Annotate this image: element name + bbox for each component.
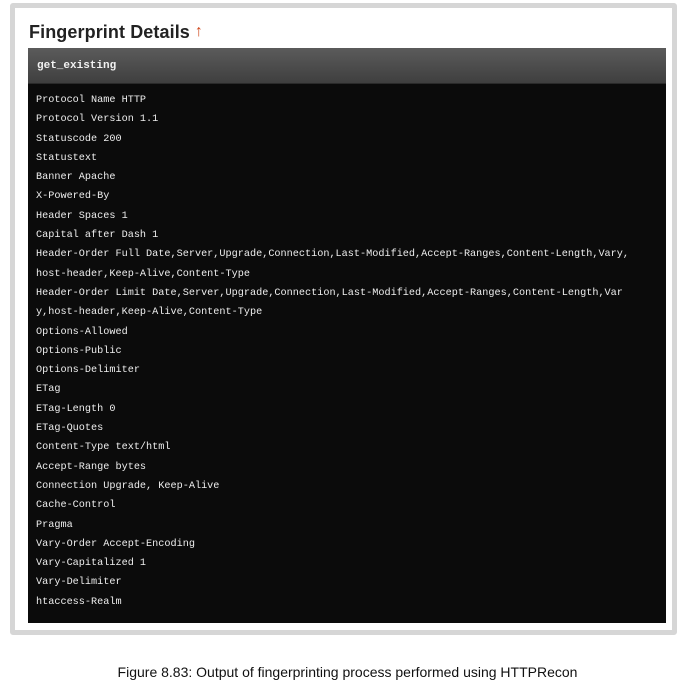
output-line: Protocol Name HTTP [36,95,147,106]
section-title: Fingerprint Details [29,21,190,42]
output-panel: get_existing Protocol Name HTTP Protocol … [28,48,666,623]
panel-header: get_existing [28,48,666,84]
output-line: Options-Delimiter [36,365,140,377]
output-line: htaccess-Realm [36,596,122,608]
output-line: Vary-Delimiter [36,577,122,589]
up-arrow-icon[interactable]: ↑ [195,24,203,40]
output-line: Cache-Control [36,500,116,512]
output-line: Header-Order Limit Date,Server,Upgrade,C… [36,287,623,299]
output-lines: Protocol Name HTTP Protocol Version 1.1 St… [28,84,666,612]
output-line: Header Spaces 1 [36,210,128,222]
output-line: Vary-Capitalized 1 [36,558,147,570]
output-line: Connection Upgrade, Keep-Alive [36,480,220,492]
output-line: host-header,Keep-Alive,Content-Type [36,268,250,280]
output-line: X-Powered-By [36,191,110,203]
output-line: Statustext [36,152,98,164]
figure-caption: Figure 8.83: Output of fingerprinting pr… [117,664,578,680]
output-line: Vary-Order Accept-Encoding [36,538,195,550]
output-line: Capital after Dash 1 [36,230,159,242]
output-line: Banner Apache [36,172,116,184]
output-line: Header-Order Full Date,Server,Upgrade,Co… [36,249,630,261]
output-line: y,host-header,Keep-Alive,Content-Type [36,307,263,319]
output-line: ETag-Length 0 [36,403,116,415]
output-line: Protocol Version 1.1 [36,114,159,126]
output-line: ETag-Quotes [36,423,104,435]
output-line: Content-Type text/html [36,442,171,454]
section-header: Fingerprint Details ↑ [29,18,203,46]
panel-header-label: get_existing [37,59,117,72]
output-line: Accept-Range bytes [36,461,147,473]
output-line: Statuscode 200 [36,133,122,145]
output-line: Pragma [36,519,73,531]
output-line: ETag [36,384,61,396]
output-line: Options-Public [36,345,122,357]
output-line: Options-Allowed [36,326,128,338]
fingerprint-details-frame: Fingerprint Details ↑ get_existing Proto… [10,3,677,635]
